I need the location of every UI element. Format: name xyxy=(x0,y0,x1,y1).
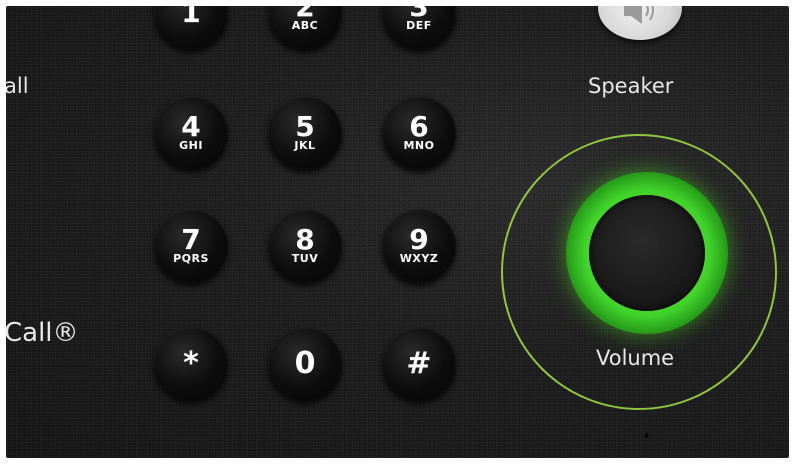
key-digit: 7 xyxy=(181,223,201,256)
microphone-hole xyxy=(644,433,649,438)
key-digit: 8 xyxy=(295,223,315,256)
keypad-key-3[interactable]: 3 DEF xyxy=(382,6,456,50)
key-digit: 0 xyxy=(294,346,316,381)
key-digit: # xyxy=(406,346,432,381)
key-digit: 1 xyxy=(181,6,201,29)
keypad-key-6[interactable]: 6 MNO xyxy=(382,96,456,170)
keypad-key-hash[interactable]: # xyxy=(382,327,456,401)
speaker-button[interactable] xyxy=(598,6,682,40)
keypad-key-star[interactable]: * xyxy=(154,327,228,401)
key-letters: GHI xyxy=(179,139,203,152)
keypad-key-9[interactable]: 9 WXYZ xyxy=(382,209,456,283)
volume-knob[interactable] xyxy=(589,195,705,311)
speaker-label: Speaker xyxy=(588,74,674,98)
key-letters: PQRS xyxy=(173,252,209,265)
brand-label: Call® xyxy=(6,318,79,348)
keypad-key-0[interactable]: 0 xyxy=(268,327,342,401)
key-letters: MNO xyxy=(403,139,435,152)
keypad-key-5[interactable]: 5 JKL xyxy=(268,96,342,170)
keypad-key-7[interactable]: 7 PQRS xyxy=(154,209,228,283)
key-letters: JKL xyxy=(294,139,316,152)
key-digit: 3 xyxy=(409,6,429,23)
key-digit: 2 xyxy=(295,6,315,23)
key-digit: 5 xyxy=(295,110,315,143)
desk-phone-photo: 1 2 ABC 3 DEF 4 GHI 5 JKL 6 MNO 7 PQRS 8… xyxy=(6,6,789,458)
key-letters: DEF xyxy=(406,19,432,32)
key-digit: 4 xyxy=(181,110,201,143)
volume-label: Volume xyxy=(596,346,675,370)
key-letters: WXYZ xyxy=(399,252,439,265)
key-letters: TUV xyxy=(291,252,319,265)
partial-label-top: all xyxy=(6,74,29,98)
keypad-key-8[interactable]: 8 TUV xyxy=(268,209,342,283)
keypad-key-4[interactable]: 4 GHI xyxy=(154,96,228,170)
key-digit: 6 xyxy=(409,110,429,143)
speaker-icon xyxy=(624,6,654,24)
key-digit: 9 xyxy=(409,223,429,256)
key-letters: ABC xyxy=(291,19,319,32)
keypad-key-1[interactable]: 1 xyxy=(154,6,228,50)
key-digit: * xyxy=(183,346,199,381)
keypad-key-2[interactable]: 2 ABC xyxy=(268,6,342,50)
